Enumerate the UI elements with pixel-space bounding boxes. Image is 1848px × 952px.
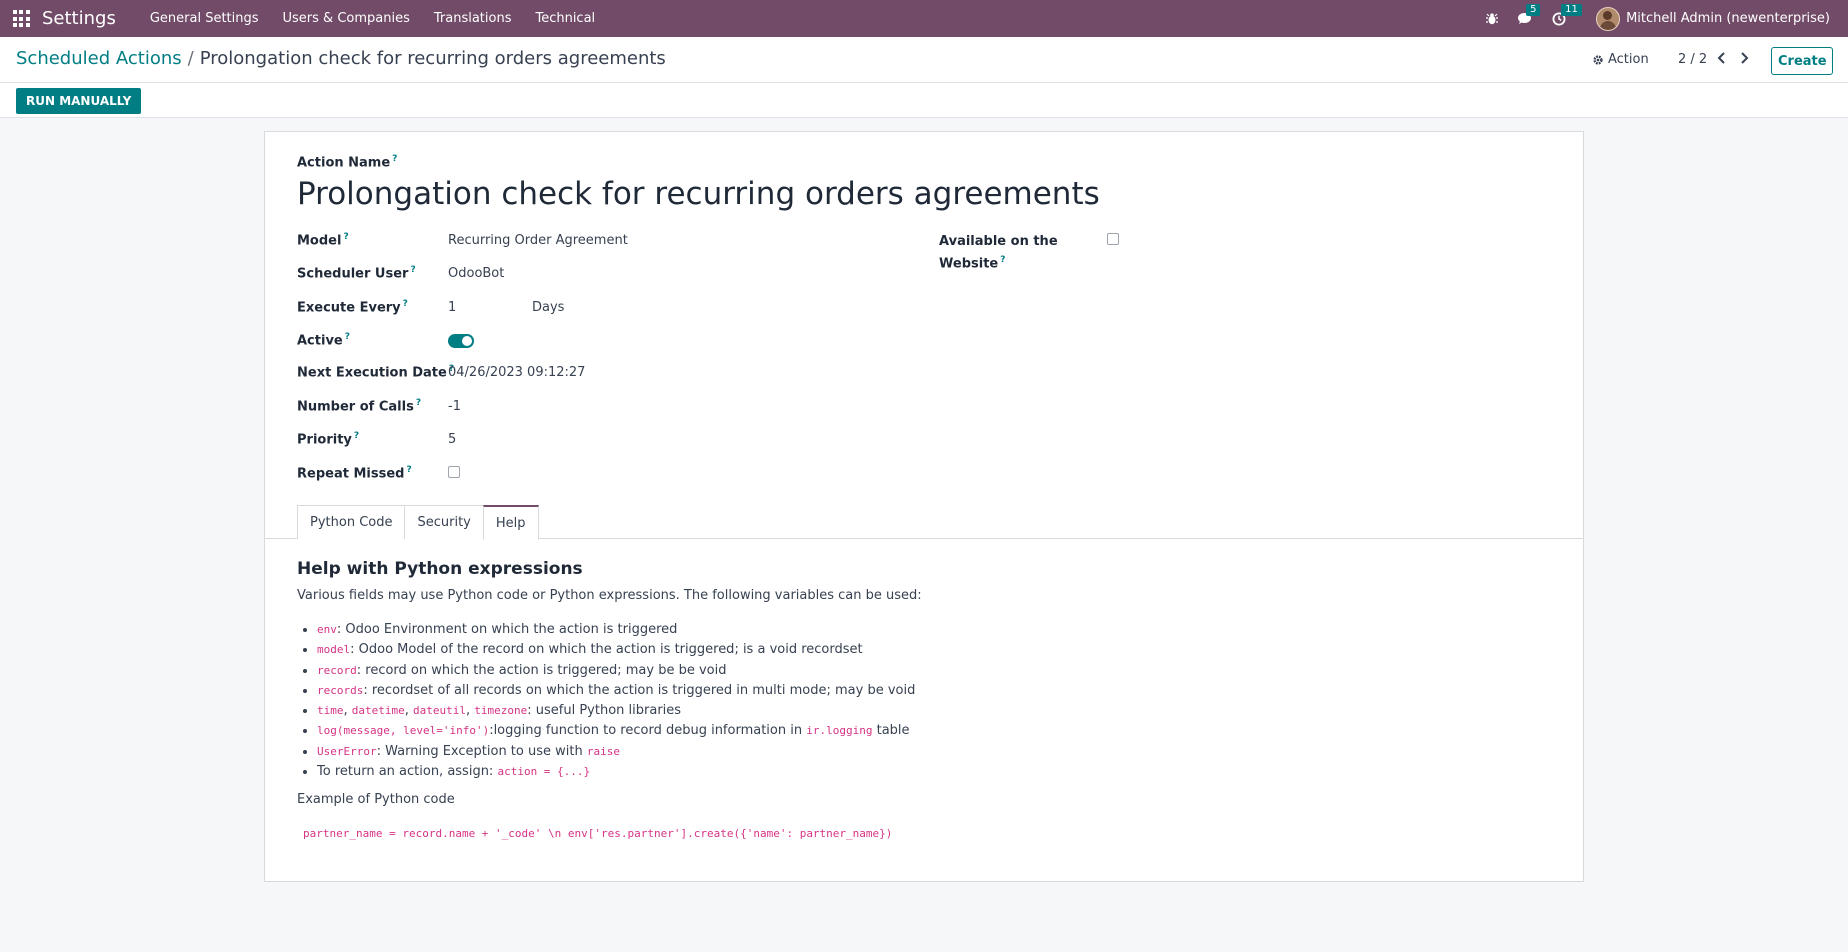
model-field[interactable]: Recurring Order Agreement bbox=[448, 233, 628, 248]
next-execution-date-label: Next Execution Date? bbox=[297, 364, 455, 381]
action-name-label: Action Name? bbox=[297, 154, 398, 171]
list-item: time, datetime, dateutil, timezone: usef… bbox=[317, 701, 915, 721]
example-label: Example of Python code bbox=[297, 792, 455, 807]
create-button[interactable]: Create bbox=[1771, 47, 1833, 75]
scheduler-user-field[interactable]: OdooBot bbox=[448, 266, 504, 281]
app-name[interactable]: Settings bbox=[42, 8, 116, 29]
tooltip-mark: ? bbox=[410, 265, 416, 275]
breadcrumb-separator: / bbox=[187, 48, 194, 69]
number-of-calls-label: Number of Calls? bbox=[297, 398, 422, 415]
notebook-tabs: Python Code Security Help bbox=[297, 505, 539, 540]
list-item: env: Odoo Environment on which the actio… bbox=[317, 620, 915, 640]
interval-type-select[interactable]: Days bbox=[532, 300, 564, 315]
tab-python-code[interactable]: Python Code bbox=[297, 505, 406, 539]
help-intro: Various fields may use Python code or Py… bbox=[297, 588, 922, 603]
messages-count-badge: 5 bbox=[1526, 3, 1541, 16]
number-of-calls-field[interactable]: -1 bbox=[448, 399, 461, 414]
list-item: model: Odoo Model of the record on which… bbox=[317, 640, 915, 660]
pager-value[interactable]: 2 / 2 bbox=[1678, 52, 1707, 67]
active-toggle[interactable] bbox=[448, 334, 474, 348]
priority-field[interactable]: 5 bbox=[448, 432, 456, 447]
control-panel: Scheduled Actions / Prolongation check for… bbox=[0, 37, 1848, 83]
tab-security[interactable]: Security bbox=[404, 505, 484, 539]
website-published-checkbox[interactable] bbox=[1107, 233, 1119, 245]
user-menu[interactable]: Mitchell Admin (newenterprise) bbox=[1626, 11, 1830, 26]
tooltip-mark: ? bbox=[402, 299, 408, 309]
breadcrumb-current-record: Prolongation check for recurring orders … bbox=[199, 48, 666, 69]
repeat-missed-checkbox[interactable] bbox=[448, 466, 460, 478]
form-sheet: Action Name? Prolongation check for recu… bbox=[264, 131, 1584, 882]
list-item: UserError: Warning Exception to use with… bbox=[317, 742, 915, 762]
messages-icon[interactable]: 5 bbox=[1517, 3, 1541, 26]
list-item: log(message, level='info'):logging funct… bbox=[317, 721, 915, 741]
gear-icon bbox=[1593, 54, 1603, 65]
help-title: Help with Python expressions bbox=[297, 559, 583, 579]
tooltip-mark: ? bbox=[1000, 255, 1006, 265]
chevron-right-icon[interactable] bbox=[1736, 50, 1752, 66]
menu-technical[interactable]: Technical bbox=[523, 11, 607, 26]
action-menu-button[interactable]: Action bbox=[1592, 52, 1649, 67]
chevron-left-icon[interactable] bbox=[1714, 50, 1730, 66]
model-label: Model? bbox=[297, 232, 349, 249]
help-variables-list: env: Odoo Environment on which the actio… bbox=[297, 620, 915, 782]
debug-bug-icon[interactable] bbox=[1485, 12, 1499, 26]
action-menu-label: Action bbox=[1608, 52, 1649, 67]
list-item: record: record on which the action is tr… bbox=[317, 661, 915, 681]
form-statusbar: RUN MANUALLY bbox=[0, 83, 1848, 118]
repeat-missed-label: Repeat Missed? bbox=[297, 465, 412, 482]
tooltip-mark: ? bbox=[353, 431, 360, 441]
tooltip-mark: ? bbox=[392, 154, 398, 164]
interval-number-field[interactable]: 1 bbox=[448, 300, 456, 315]
active-label: Active? bbox=[297, 332, 350, 349]
tooltip-mark: ? bbox=[406, 465, 412, 475]
user-avatar[interactable] bbox=[1596, 6, 1621, 31]
priority-label: Priority? bbox=[297, 431, 360, 448]
main-navbar: Settings General Settings Users & Compan… bbox=[0, 0, 1848, 37]
tab-help[interactable]: Help bbox=[482, 505, 539, 540]
list-item: To return an action, assign: action = {.… bbox=[317, 762, 915, 782]
scheduler-user-label: Scheduler User? bbox=[297, 265, 416, 282]
breadcrumb-scheduled-actions[interactable]: Scheduled Actions bbox=[16, 48, 182, 69]
tooltip-mark: ? bbox=[344, 332, 350, 342]
action-name-field[interactable]: Prolongation check for recurring orders … bbox=[297, 176, 1100, 212]
menu-general-settings[interactable]: General Settings bbox=[138, 11, 271, 26]
breadcrumb: Scheduled Actions / Prolongation check for… bbox=[16, 48, 666, 69]
top-menu: General Settings Users & Companies Trans… bbox=[138, 11, 607, 26]
website-label: Available on the Website? bbox=[939, 234, 1058, 272]
activities-clock-icon[interactable]: 11 bbox=[1552, 3, 1582, 26]
list-item: records: recordset of all records on whi… bbox=[317, 681, 915, 701]
menu-translations[interactable]: Translations bbox=[422, 11, 524, 26]
menu-users-companies[interactable]: Users & Companies bbox=[271, 11, 422, 26]
tooltip-mark: ? bbox=[415, 398, 422, 408]
apps-menu-icon[interactable] bbox=[11, 9, 31, 29]
tooltip-mark: ? bbox=[343, 232, 349, 242]
next-execution-date-field[interactable]: 04/26/2023 09:12:27 bbox=[448, 365, 585, 380]
example-code: partner_name = record.name + '_code' \n … bbox=[303, 827, 893, 840]
run-manually-button[interactable]: RUN MANUALLY bbox=[16, 88, 142, 114]
activities-count-badge: 11 bbox=[1561, 3, 1582, 16]
execute-every-label: Execute Every? bbox=[297, 299, 408, 316]
